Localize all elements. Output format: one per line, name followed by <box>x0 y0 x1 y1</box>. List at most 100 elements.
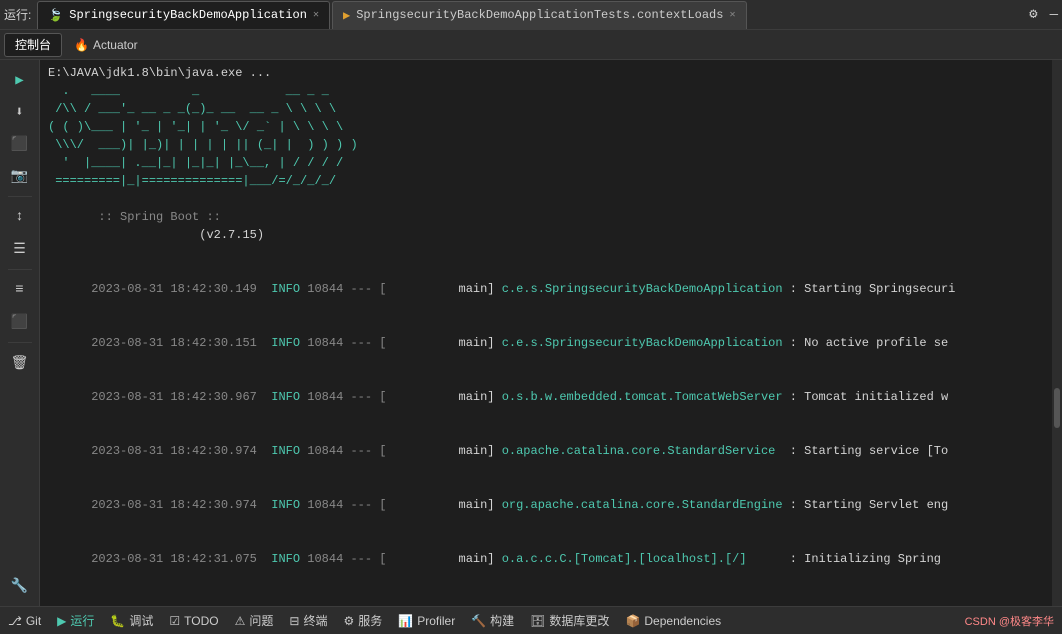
log-pid-5: 10844 --- [ <box>300 498 386 512</box>
log-timestamp-3: 2023-08-31 18:42:30.967 <box>91 390 271 404</box>
status-profiler[interactable]: 📊 Profiler <box>398 614 455 628</box>
sidebar-separator-3 <box>8 342 32 343</box>
log-thread-1: main] <box>386 282 501 296</box>
log-thread-4: main] <box>386 444 501 458</box>
banner-line-3: ( ( )\___ | '_ | '_| | '_ \/ _` | \ \ \ … <box>48 118 1044 136</box>
spring-boot-version: (v2.7.15) <box>91 228 264 242</box>
log-msg-5: : Starting Servlet eng <box>790 498 948 512</box>
log-msg-6: : Initializing Spring <box>790 552 941 566</box>
tab-main-close-icon[interactable]: ✕ <box>313 9 319 21</box>
tab-main-app-label: SpringsecurityBackDemoApplication <box>69 8 307 22</box>
status-todo[interactable]: ☑ TODO <box>169 614 218 628</box>
tab-bar: 运行: 🍃 SpringsecurityBackDemoApplication … <box>0 0 1062 30</box>
minimize-icon[interactable]: — <box>1050 7 1058 23</box>
run-label: 运行 <box>70 612 94 629</box>
java-path-line: E:\JAVA\jdk1.8\bin\java.exe ... <box>48 64 1044 82</box>
debug-icon: 🐛 <box>110 614 125 628</box>
watermark: CSDN @极客李华 <box>965 613 1054 629</box>
spring-boot-label: :: Spring Boot :: <box>91 210 228 224</box>
status-run[interactable]: ▶ 运行 <box>57 612 94 629</box>
terminal-label: 终端 <box>303 612 327 629</box>
scrollbar[interactable] <box>1052 60 1062 606</box>
log-line-3: 2023-08-31 18:42:30.967 INFO 10844 --- [… <box>48 370 1044 424</box>
log-pid-6: 10844 --- [ <box>300 552 386 566</box>
sort-button[interactable]: ↕ <box>6 203 34 231</box>
play-button[interactable]: ▶ <box>6 66 34 94</box>
status-db[interactable]: 🗄 数据库更改 <box>530 612 609 629</box>
todo-icon: ☑ <box>169 614 180 628</box>
log-thread-3: main] <box>386 390 501 404</box>
log-msg-3: : Tomcat initialized w <box>790 390 948 404</box>
settings-icon[interactable]: ⚙ <box>1029 6 1037 23</box>
log-class-3: o.s.b.w.embedded.tomcat.TomcatWebServer <box>502 390 790 404</box>
list-button[interactable]: ☰ <box>6 235 34 263</box>
filter-button[interactable]: ≡ <box>6 276 34 304</box>
log-pid-3: 10844 --- [ <box>300 390 386 404</box>
log-line-2: 2023-08-31 18:42:30.151 INFO 10844 --- [… <box>48 316 1044 370</box>
banner-line-6: =========|_|==============|___/=/_/_/_/ <box>48 172 1044 190</box>
status-debug[interactable]: 🐛 调试 <box>110 612 153 629</box>
log-pid-4: 10844 --- [ <box>300 444 386 458</box>
service-icon: ⚙ <box>343 614 354 628</box>
actuator-tab[interactable]: 🔥 Actuator <box>64 33 148 57</box>
log-level-6: INFO <box>271 552 300 566</box>
problem-icon: ⚠ <box>235 614 246 628</box>
tab-main-app[interactable]: 🍃 SpringsecurityBackDemoApplication ✕ <box>37 1 330 29</box>
status-deps[interactable]: 📦 Dependencies <box>625 614 721 628</box>
log-msg-4: : Starting service [To <box>790 444 948 458</box>
status-terminal[interactable]: ⊟ 终端 <box>289 612 327 629</box>
db-label: 数据库更改 <box>549 612 609 629</box>
run-label: 运行: <box>4 6 31 23</box>
todo-label: TODO <box>184 614 218 628</box>
console-tab[interactable]: 控制台 <box>4 33 62 57</box>
service-label: 服务 <box>358 612 382 629</box>
tab-test-close-icon[interactable]: ✕ <box>729 9 735 21</box>
scrollbar-thumb[interactable] <box>1054 388 1060 428</box>
log-class-2: c.e.s.SpringsecurityBackDemoApplication <box>502 336 790 350</box>
log-pid-2: 10844 --- [ <box>300 336 386 350</box>
sidebar-separator-2 <box>8 269 32 270</box>
build-label: 构建 <box>490 612 514 629</box>
log-timestamp-1: 2023-08-31 18:42:30.149 <box>91 282 271 296</box>
block-button[interactable]: ⬛ <box>6 308 34 336</box>
scroll-down-button[interactable]: ⬇ <box>6 98 34 126</box>
log-timestamp-4: 2023-08-31 18:42:30.974 <box>91 444 271 458</box>
sidebar: ▶ ⬇ ⬛ 📷 ↕ ☰ ≡ ⬛ 🗑 🔧 <box>0 60 40 606</box>
log-level-1: INFO <box>271 282 300 296</box>
log-line-7: 2023-08-31 18:42:31.075 INFO 10844 --- [… <box>48 586 1044 606</box>
status-git[interactable]: ⎇ Git <box>8 614 41 628</box>
log-timestamp-6: 2023-08-31 18:42:31.075 <box>91 552 271 566</box>
stop-button[interactable]: ⬛ <box>6 130 34 158</box>
log-timestamp-2: 2023-08-31 18:42:30.151 <box>91 336 271 350</box>
problem-label: 问题 <box>249 612 273 629</box>
git-label: Git <box>26 614 41 628</box>
tab-test-label: SpringsecurityBackDemoApplicationTests.c… <box>356 8 723 22</box>
deps-icon: 📦 <box>625 614 640 628</box>
log-line-1: 2023-08-31 18:42:30.149 INFO 10844 --- [… <box>48 262 1044 316</box>
screenshot-button[interactable]: 📷 <box>6 162 34 190</box>
console-area[interactable]: E:\JAVA\jdk1.8\bin\java.exe ... . ____ _… <box>40 60 1052 606</box>
banner-line-2: /\\ / ___'_ __ _ _(_)_ __ __ _ \ \ \ \ <box>48 100 1044 118</box>
log-class-6: o.a.c.c.C.[Tomcat].[localhost].[/] <box>502 552 790 566</box>
status-problem[interactable]: ⚠ 问题 <box>235 612 274 629</box>
db-icon: 🗄 <box>530 614 545 628</box>
status-service[interactable]: ⚙ 服务 <box>343 612 382 629</box>
wrench-button[interactable]: 🔧 <box>6 572 34 600</box>
run-icon: ▶ <box>57 614 66 628</box>
sidebar-separator-1 <box>8 196 32 197</box>
trash-button[interactable]: 🗑 <box>6 349 34 377</box>
banner-line-1: . ____ _ __ _ _ <box>48 82 1044 100</box>
profiler-label: Profiler <box>417 614 455 628</box>
log-level-5: INFO <box>271 498 300 512</box>
log-class-1: c.e.s.SpringsecurityBackDemoApplication <box>502 282 790 296</box>
tab-test[interactable]: ▶ SpringsecurityBackDemoApplicationTests… <box>332 1 747 29</box>
toolbar-row: 控制台 🔥 Actuator <box>0 30 1062 60</box>
banner-line-4: \\\/ ___)| |_)| | | | | || (_| | ) ) ) ) <box>48 136 1044 154</box>
spring-leaf-icon: 🍃 <box>48 8 63 23</box>
git-icon: ⎇ <box>8 614 22 628</box>
build-icon: 🔨 <box>471 614 486 628</box>
log-level-3: INFO <box>271 390 300 404</box>
debug-label: 调试 <box>129 612 153 629</box>
log-level-2: INFO <box>271 336 300 350</box>
status-build[interactable]: 🔨 构建 <box>471 612 514 629</box>
